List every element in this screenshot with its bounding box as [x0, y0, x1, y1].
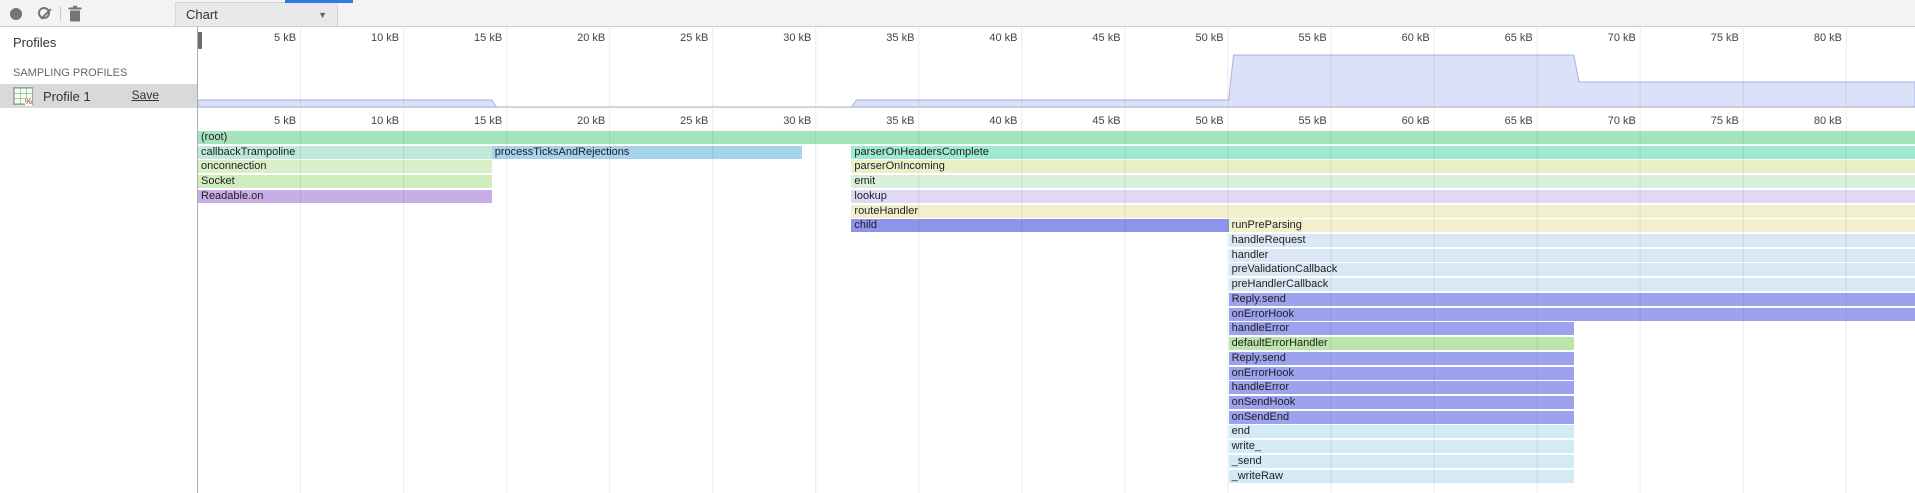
ruler-tick-label: 65 kB: [1505, 32, 1538, 44]
flame-bar-reply-send[interactable]: Reply.send: [1229, 352, 1574, 365]
flame-bar-handleerror[interactable]: handleError: [1229, 322, 1574, 335]
flame-bar--root-[interactable]: (root): [198, 131, 1915, 144]
ruler-tick-label: 5 kB: [274, 115, 301, 127]
ruler-tick-label: 40 kB: [989, 32, 1022, 44]
ruler-tick-label: 60 kB: [1402, 115, 1435, 127]
flame-bar-reply-send[interactable]: Reply.send: [1229, 293, 1915, 306]
flame-bar-parseronheaderscomplete[interactable]: parserOnHeadersComplete: [851, 146, 1915, 159]
ruler-tick-label: 30 kB: [783, 115, 816, 127]
ruler-tick-label: 40 kB: [989, 115, 1022, 127]
flame-bar-onerrorhook[interactable]: onErrorHook: [1229, 308, 1915, 321]
sampling-profiles-header: SAMPLING PROFILES: [13, 67, 127, 79]
ruler-tick-label: 10 kB: [371, 32, 404, 44]
ruler-tick-label: 45 kB: [1092, 115, 1125, 127]
save-profile-link[interactable]: Save: [132, 88, 159, 102]
active-tab-underline: [285, 0, 353, 3]
trash-icon: [67, 5, 83, 23]
allocation-chart-pane: 5 kB 10 kB 15 kB 20 kB 25 kB 30 kB 35 kB 40 kB 4…: [198, 27, 1915, 493]
flame-bar-onconnection[interactable]: onconnection: [198, 160, 492, 173]
profile-name: Profile 1: [43, 89, 91, 104]
ruler-tick-label: 55 kB: [1299, 115, 1332, 127]
ruler-tick-label: 20 kB: [577, 115, 610, 127]
ruler-tick-label: 60 kB: [1402, 32, 1435, 44]
flame-bar-readable-on[interactable]: Readable.on: [198, 190, 492, 203]
ruler-tick-label: 50 kB: [1195, 115, 1228, 127]
flame-bar-emit[interactable]: emit: [851, 175, 1915, 188]
ruler-tick-label: 70 kB: [1608, 32, 1641, 44]
chevron-down-icon: ▼: [318, 10, 327, 20]
ruler-tick-label: 30 kB: [783, 32, 816, 44]
ruler-tick-label: 80 kB: [1814, 32, 1847, 44]
flame-chart[interactable]: _writeRaw _send write_ endonSendEnd onSendHo…: [198, 130, 1915, 493]
ruler-tick-label: 45 kB: [1092, 32, 1125, 44]
clear-icon: [38, 7, 50, 19]
sampling-profile-icon: %: [13, 87, 33, 105]
ruler-tick-label: 15 kB: [474, 32, 507, 44]
ruler-tick-label: 5 kB: [274, 32, 301, 44]
ruler-tick-label: 65 kB: [1505, 115, 1538, 127]
profiler-toolbar: Chart ▼: [0, 0, 1915, 27]
flame-bar-handler[interactable]: handler: [1229, 249, 1915, 262]
toolbar-divider: [60, 6, 61, 21]
ruler-tick-label: 10 kB: [371, 115, 404, 127]
flame-bar-onsendhook[interactable]: onSendHook: [1229, 396, 1574, 409]
ruler-tick-label: 35 kB: [886, 32, 919, 44]
view-mode-value: Chart: [186, 7, 218, 22]
profiles-sidebar: Profiles SAMPLING PROFILES % Profile 1 S…: [0, 27, 198, 493]
flame-bar-handleerror[interactable]: handleError: [1229, 381, 1574, 394]
flame-bar-write-[interactable]: write_: [1229, 440, 1574, 453]
flame-bar-prehandlercallback[interactable]: preHandlerCallback: [1229, 278, 1915, 291]
flame-bar--writeraw[interactable]: _writeRaw: [1229, 470, 1574, 483]
flame-bar-onsendend[interactable]: onSendEnd: [1229, 411, 1574, 424]
flame-bar-callbacktrampoline[interactable]: callbackTrampoline: [198, 146, 492, 159]
overview-left-handle[interactable]: [198, 32, 202, 49]
ruler-tick-label: 70 kB: [1608, 115, 1641, 127]
ruler-tick-label: 35 kB: [886, 115, 919, 127]
sidebar-title: Profiles: [13, 35, 56, 50]
flame-bar-runpreparsing[interactable]: runPreParsing: [1229, 219, 1915, 232]
flame-chart-ruler: 5 kB 10 kB 15 kB 20 kB 25 kB 30 kB 35 kB 40 kB 4…: [198, 109, 1915, 130]
ruler-tick-label: 50 kB: [1195, 32, 1228, 44]
ruler-tick-label: 25 kB: [680, 32, 713, 44]
ruler-tick-label: 25 kB: [680, 115, 713, 127]
record-button[interactable]: [5, 3, 27, 25]
flame-bar-processticksandrejections[interactable]: processTicksAndRejections: [492, 146, 802, 159]
flame-bar-socket[interactable]: Socket: [198, 175, 492, 188]
sidebar-item-profile-1[interactable]: % Profile 1 Save: [0, 84, 197, 108]
flame-bar--send[interactable]: _send: [1229, 455, 1574, 468]
flame-bar-child[interactable]: child: [851, 219, 1228, 232]
flame-bar-defaulterrorhandler[interactable]: defaultErrorHandler: [1229, 337, 1574, 350]
ruler-tick-label: 75 kB: [1711, 115, 1744, 127]
memory-profiler-panel: Chart ▼ Profiles SAMPLING PROFILES % Pro…: [0, 0, 1915, 493]
record-icon: [10, 8, 22, 20]
flame-bar-handlerequest[interactable]: handleRequest: [1229, 234, 1915, 247]
ruler-tick-label: 55 kB: [1299, 32, 1332, 44]
flame-bar-end[interactable]: end: [1229, 425, 1574, 438]
ruler-tick-label: 80 kB: [1814, 115, 1847, 127]
delete-profile-button[interactable]: [64, 3, 86, 25]
flame-bar-onerrorhook[interactable]: onErrorHook: [1229, 367, 1574, 380]
ruler-tick-label: 20 kB: [577, 32, 610, 44]
percent-glyph: %: [25, 98, 32, 106]
ruler-tick-label: 15 kB: [474, 115, 507, 127]
flame-bar-lookup[interactable]: lookup: [851, 190, 1915, 203]
view-mode-select[interactable]: Chart ▼: [175, 2, 338, 26]
flame-bar-routehandler[interactable]: routeHandler: [851, 205, 1915, 218]
overview-timeline[interactable]: 5 kB 10 kB 15 kB 20 kB 25 kB 30 kB 35 kB 40 kB 4…: [198, 27, 1915, 108]
overview-ruler: 5 kB 10 kB 15 kB 20 kB 25 kB 30 kB 35 kB 40 kB 4…: [198, 27, 1915, 107]
flame-bar-parseronincoming[interactable]: parserOnIncoming: [851, 160, 1915, 173]
ruler-tick-label: 75 kB: [1711, 32, 1744, 44]
clear-button[interactable]: [34, 3, 56, 25]
flame-bar-prevalidationcallback[interactable]: preValidationCallback: [1229, 263, 1915, 276]
